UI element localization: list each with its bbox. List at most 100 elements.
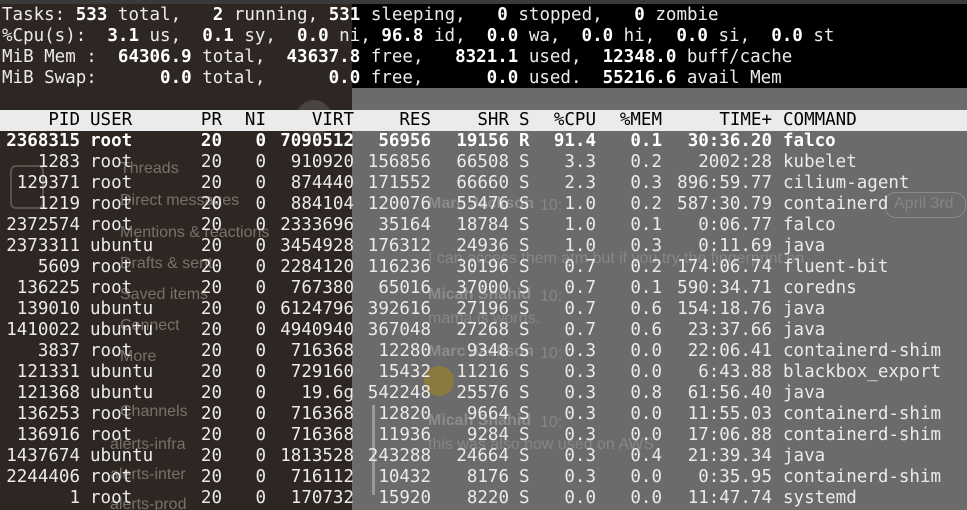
column-header-shr[interactable]: SHR xyxy=(431,110,509,131)
column-header-command[interactable]: COMMAND xyxy=(783,110,857,131)
cell-ni: 0 xyxy=(255,131,266,151)
cell-mem: 0.1 xyxy=(630,278,662,298)
cell-mem: 0.0 xyxy=(630,425,662,445)
cell-user: ubuntu xyxy=(90,362,154,382)
cpu-ni: 0.0 xyxy=(297,26,329,46)
cell-res: 542248 xyxy=(367,383,431,403)
cell-res: 367048 xyxy=(367,320,431,340)
process-row[interactable]: 1283 root 20 0 910920 156856 66508 S 3.3 0.2 2002:… xyxy=(0,152,967,173)
cell-user: root xyxy=(90,488,133,508)
process-row[interactable]: 2372574 root 20 0 2333696 35164 18784 S 1.0 0.1 0:… xyxy=(0,215,967,236)
cpu-st: 0.0 xyxy=(771,26,803,46)
process-table-header[interactable]: PID USER PR NI VIRT RES SHR S %CPU %MEM … xyxy=(0,110,967,131)
cell-command: fluent-bit xyxy=(783,257,889,277)
cell-res: 11936 xyxy=(378,425,431,445)
column-header-state[interactable]: S xyxy=(519,110,530,131)
cpu-hi: 0.0 xyxy=(581,26,614,46)
column-header-ni[interactable]: NI xyxy=(222,110,266,131)
cell-mem: 0.2 xyxy=(630,194,662,214)
process-row[interactable]: 2368315 root 20 0 7090512 56956 19156 R 91.4 0.1 3… xyxy=(0,131,967,152)
cell-pid: 5609 xyxy=(37,257,80,277)
cell-pid: 1 xyxy=(69,488,80,508)
cell-ni: 0 xyxy=(255,467,266,487)
cell-command: coredns xyxy=(783,278,857,298)
swap-avail: 55216.6 xyxy=(602,68,677,88)
cell-shr: 9348 xyxy=(466,341,509,361)
cell-user: root xyxy=(90,173,133,193)
cell-mem: 0.6 xyxy=(630,320,662,340)
cell-time: 0:35.95 xyxy=(698,467,772,487)
column-header-virt[interactable]: VIRT xyxy=(266,110,354,131)
cell-virt: 4940940 xyxy=(280,320,354,340)
cell-pr: 20 xyxy=(200,320,222,340)
cell-shr: 19156 xyxy=(456,131,509,151)
cell-pr: 20 xyxy=(200,425,222,445)
cell-res: 176312 xyxy=(367,236,431,256)
cell-pid: 139010 xyxy=(16,299,80,319)
cell-command: java xyxy=(783,299,826,319)
process-row[interactable]: 1 root 20 0 170732 15920 8220 S 0.0 0.0 11:47.74 sy… xyxy=(0,488,967,509)
process-row[interactable]: 2244406 root 20 0 716112 10432 8176 S 0.3 0.0 0:35… xyxy=(0,467,967,488)
column-header-pr[interactable]: PR xyxy=(180,110,222,131)
cell-user: ubuntu xyxy=(90,236,154,256)
process-row[interactable]: 129371 root 20 0 874440 171552 66660 S 2.3 0.3 896… xyxy=(0,173,967,194)
column-header-mem[interactable]: %MEM xyxy=(596,110,662,131)
cell-pid: 1219 xyxy=(37,194,80,214)
cell-shr: 30196 xyxy=(456,257,509,277)
cell-pr: 20 xyxy=(200,236,222,256)
cell-ni: 0 xyxy=(255,404,266,424)
process-row[interactable]: 136225 root 20 0 767380 65016 37000 S 0.7 0.1 590:… xyxy=(0,278,967,299)
process-row[interactable]: 121368 ubuntu 20 0 19.6g 542248 25576 S 0.3 0.8 61… xyxy=(0,383,967,404)
cell-state: S xyxy=(519,173,530,193)
process-row[interactable]: 1219 root 20 0 884104 120076 55476 S 1.0 0.2 587:3… xyxy=(0,194,967,215)
cell-time: 11:55.03 xyxy=(687,404,772,424)
mem-summary: MiB Mem : 64306.9 total, 43637.8 free, 8… xyxy=(2,47,793,67)
cell-shr: 27196 xyxy=(456,299,509,319)
column-header-cpu[interactable]: %CPU xyxy=(531,110,596,131)
column-header-user[interactable]: USER xyxy=(90,110,132,131)
terminal-window[interactable]: Tasks: 533 total, 2 running, 531 sleepin… xyxy=(0,0,967,510)
process-row[interactable]: 136253 root 20 0 716368 12820 9664 S 0.3 0.0 11:55… xyxy=(0,404,967,425)
cell-cpu: 1.0 xyxy=(564,194,596,214)
cell-virt: 874440 xyxy=(290,173,354,193)
swap-summary: MiB Swap: 0.0 total, 0.0 free, 0.0 used.… xyxy=(2,68,782,88)
column-header-pid[interactable]: PID xyxy=(0,110,80,131)
process-row[interactable]: 136916 root 20 0 716368 11936 9284 S 0.3 0.0 17:06… xyxy=(0,425,967,446)
cell-mem: 0.0 xyxy=(630,404,662,424)
process-row[interactable]: 2373311 ubuntu 20 0 3454928 176312 24936 S 1.0 0.… xyxy=(0,236,967,257)
process-row[interactable]: 1410022 ubuntu 20 0 4940940 367048 27268 S 0.7 0.… xyxy=(0,320,967,341)
process-row[interactable]: 1437674 ubuntu 20 0 1813528 243288 24664 S 0.3 0.… xyxy=(0,446,967,467)
cell-shr: 66660 xyxy=(456,173,509,193)
process-row[interactable]: 121331 ubuntu 20 0 729160 15432 11216 S 0.3 0.0 6:… xyxy=(0,362,967,383)
column-header-time[interactable]: TIME+ xyxy=(662,110,772,131)
column-header-res[interactable]: RES xyxy=(354,110,431,131)
cell-ni: 0 xyxy=(255,425,266,445)
cell-res: 120076 xyxy=(367,194,431,214)
cell-state: S xyxy=(519,341,530,361)
cell-state: S xyxy=(519,152,530,172)
cell-command: falco xyxy=(783,131,836,151)
process-row[interactable]: 139010 ubuntu 20 0 6124796 392616 27196 S 0.7 0.6… xyxy=(0,299,967,320)
cell-user: root xyxy=(90,152,133,172)
cell-state: S xyxy=(519,215,530,235)
tasks-summary: Tasks: 533 total, 2 running, 531 sleepin… xyxy=(2,5,719,26)
process-row[interactable]: 3837 root 20 0 716368 12280 9348 S 0.3 0.0 22:06.4… xyxy=(0,341,967,362)
cell-res: 392616 xyxy=(367,299,431,319)
cell-mem: 0.0 xyxy=(630,341,662,361)
cell-ni: 0 xyxy=(255,194,266,214)
cell-ni: 0 xyxy=(255,299,266,319)
cell-pr: 20 xyxy=(200,152,222,172)
mem-total: 64306.9 xyxy=(117,47,192,67)
process-row[interactable]: 5609 root 20 0 2284120 116236 30196 S 0.7 0.2 174:… xyxy=(0,257,967,278)
cell-shr: 11216 xyxy=(456,362,509,382)
cell-command: java xyxy=(783,236,826,256)
swap-label: MiB Swap: xyxy=(2,68,97,88)
cell-pr: 20 xyxy=(200,173,222,193)
cell-user: root xyxy=(90,404,133,424)
cell-time: 22:06.41 xyxy=(687,341,772,361)
cell-cpu: 0.3 xyxy=(564,467,596,487)
cell-cpu: 0.7 xyxy=(564,320,596,340)
cell-mem: 0.2 xyxy=(630,152,662,172)
cell-res: 12280 xyxy=(378,341,431,361)
cell-state: S xyxy=(519,446,530,466)
